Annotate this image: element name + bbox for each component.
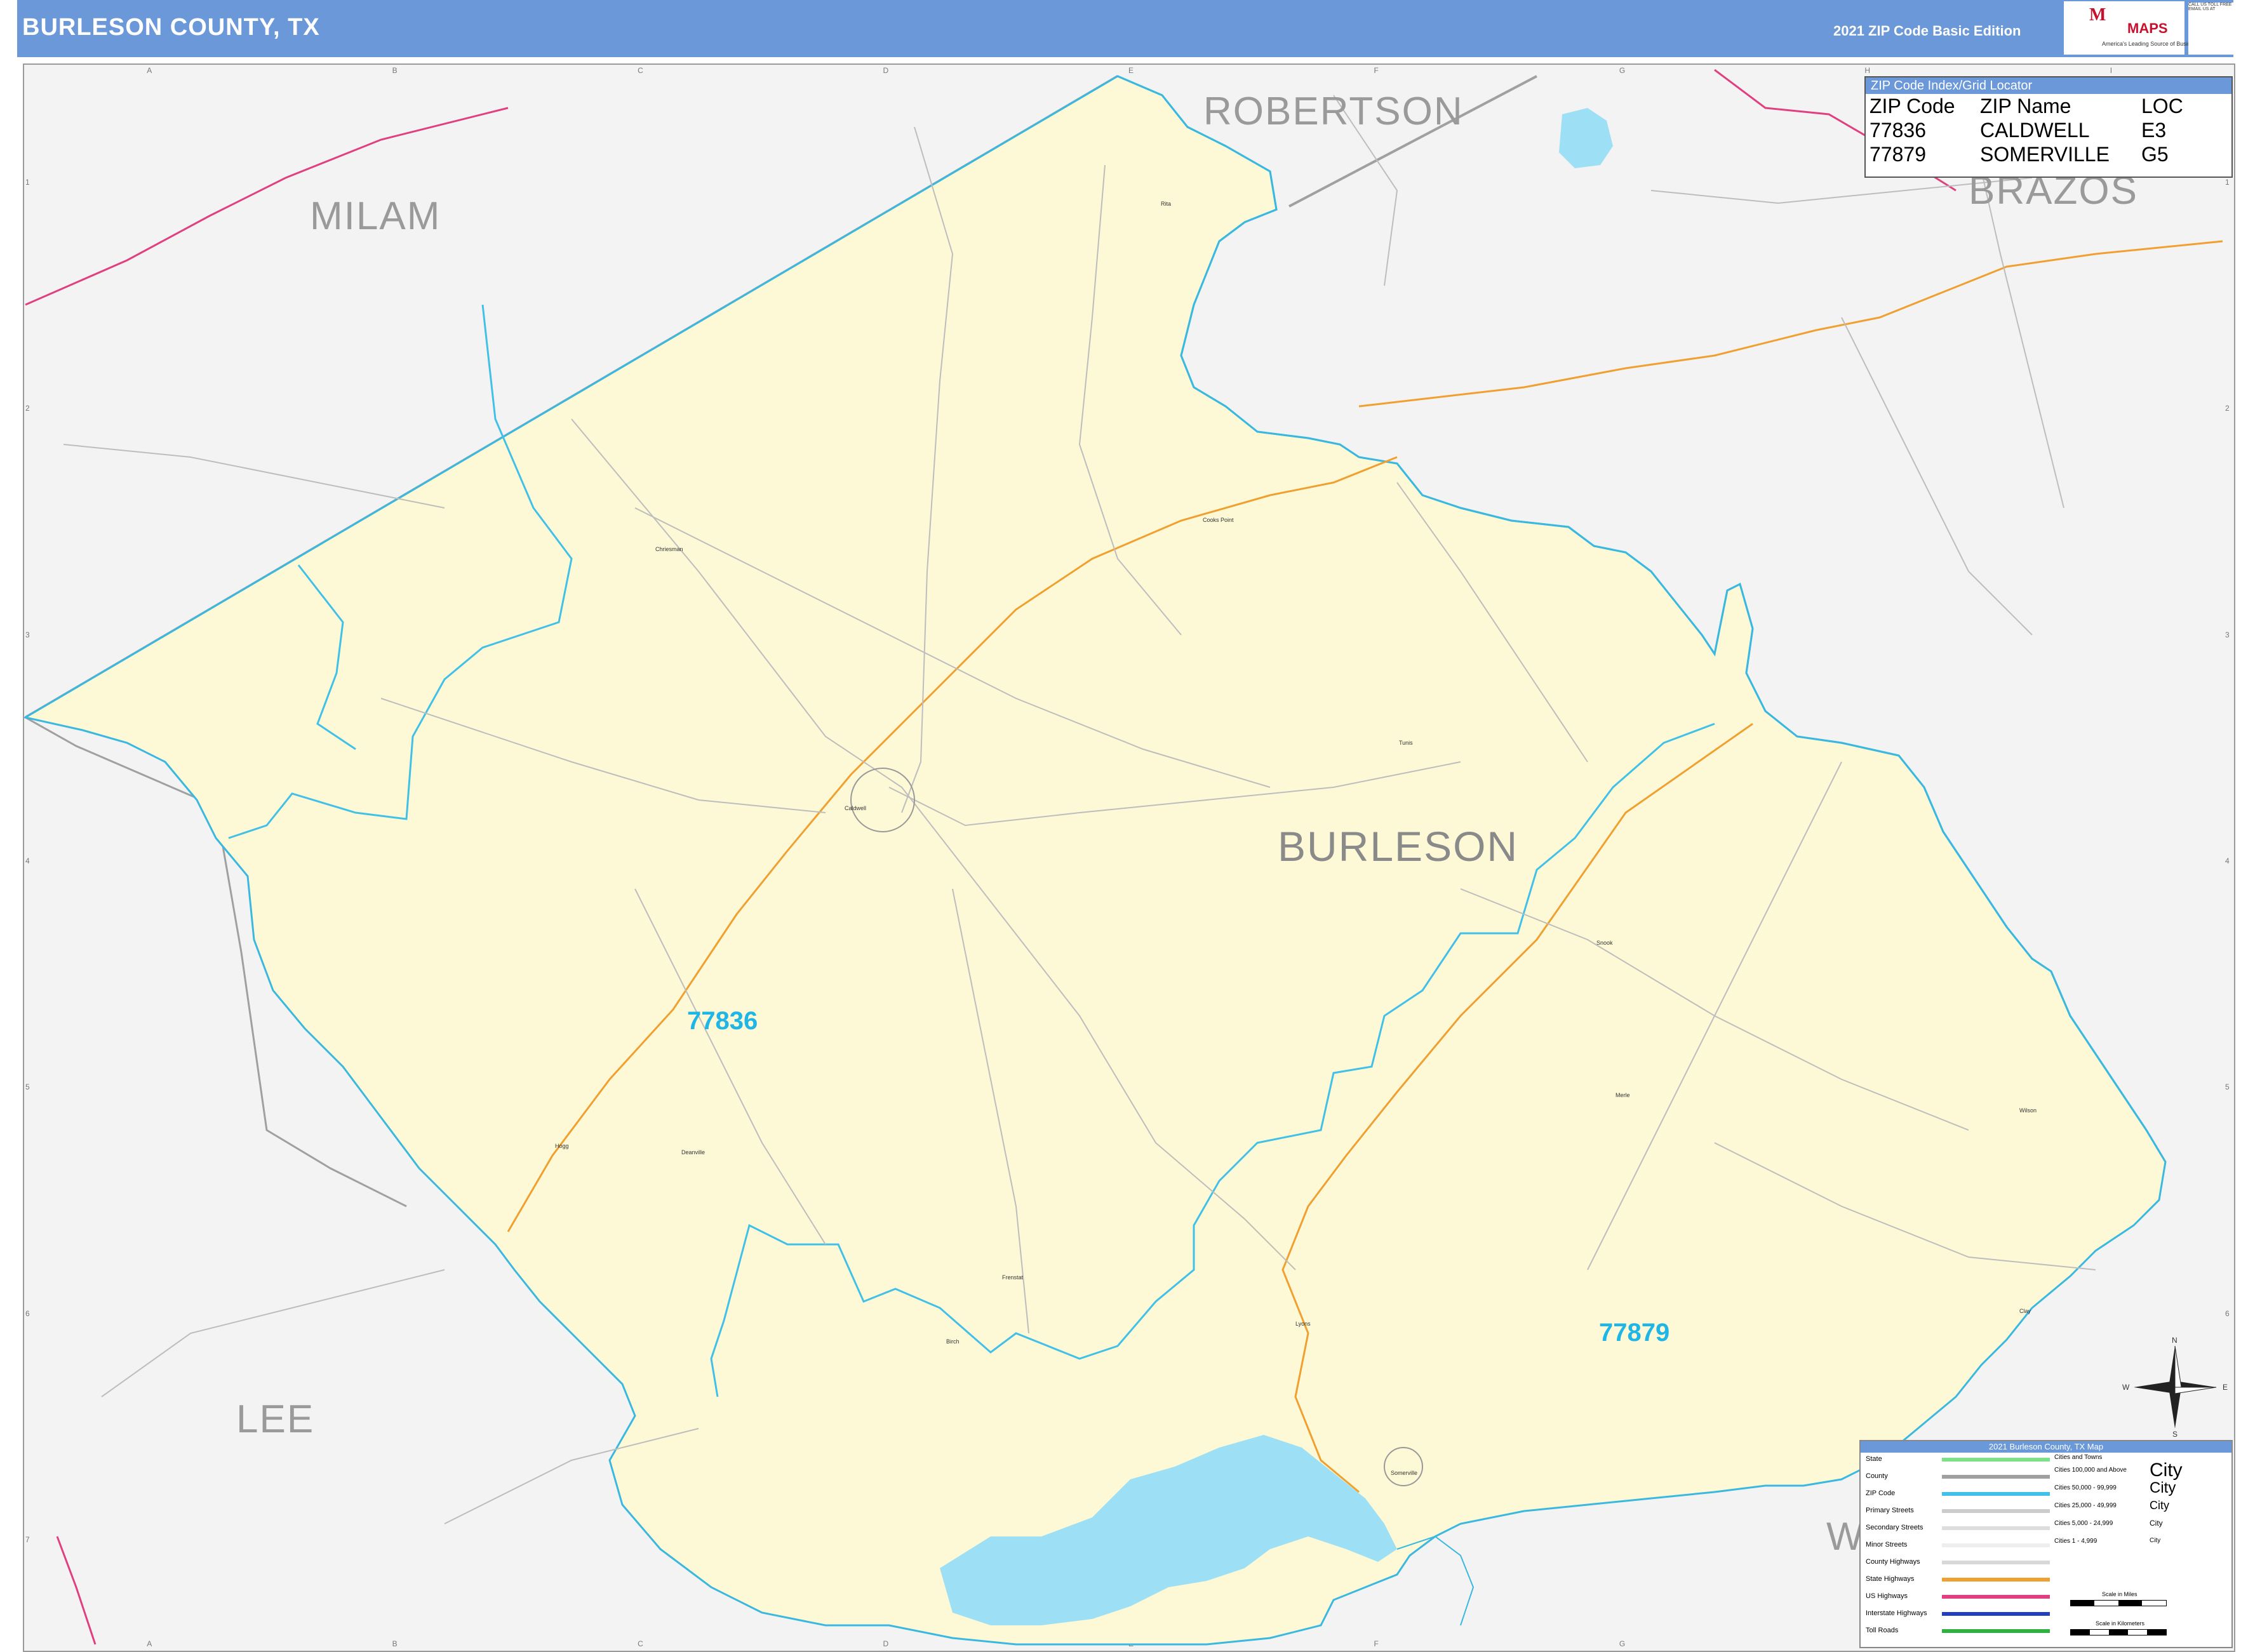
zip-index-cell: E3 xyxy=(2141,119,2167,142)
legend-city-label: Cities 50,000 - 99,999 xyxy=(2054,1484,2117,1491)
legend-item-label: Toll Roads xyxy=(1866,1627,1899,1634)
reservoir-north xyxy=(1559,108,1613,168)
us-highway-sw xyxy=(56,1536,97,1645)
zip-index-cell: CALDWELL xyxy=(1980,119,2090,142)
place-wilson: Wilson xyxy=(2019,1107,2037,1114)
legend-item: ZIP Code xyxy=(1866,1489,2050,1502)
legend-item-swatch xyxy=(1942,1612,2050,1616)
scale-km-label: Scale in Kilometers xyxy=(2096,1620,2145,1627)
legend-item: Primary Streets xyxy=(1866,1507,2050,1519)
legend-city-sample: City xyxy=(2150,1460,2183,1481)
county-label-lee: LEE xyxy=(236,1397,315,1441)
county-label-burleson: BURLESON xyxy=(1278,823,1519,870)
map-legend: 2021 Burleson County, TX Map State County… xyxy=(1859,1440,2233,1648)
county-label-milam: MILAM xyxy=(310,194,441,238)
zip-index-col-zip: ZIP Code xyxy=(1870,95,1955,117)
legend-item-label: US Highways xyxy=(1866,1592,1908,1600)
legend-item-label: County Highways xyxy=(1866,1558,1920,1566)
compass-w: W xyxy=(2122,1383,2130,1392)
zip-index-title: ZIP Code Index/Grid Locator xyxy=(1866,77,2231,94)
legend-city-sample: City xyxy=(2150,1537,2161,1544)
scale-bar-miles xyxy=(2070,1600,2167,1606)
legend-item-swatch xyxy=(1942,1629,2050,1633)
legend-cities-title: Cities and Towns xyxy=(2054,1454,2103,1461)
legend-item-label: Interstate Highways xyxy=(1866,1609,1927,1617)
legend-item-label: State xyxy=(1866,1455,1882,1463)
zip-label-77879[interactable]: 77879 xyxy=(1599,1319,1669,1347)
legend-title: 2021 Burleson County, TX Map xyxy=(1861,1441,2231,1453)
place-hogg: Hogg xyxy=(555,1143,569,1149)
legend-city-label: Cities 5,000 - 24,999 xyxy=(2054,1520,2113,1527)
state-highway-brazos xyxy=(1358,240,2223,408)
legend-item: County xyxy=(1866,1472,2050,1485)
legend-city-sample: City xyxy=(2150,1519,2163,1528)
place-tunis: Tunis xyxy=(1399,740,1413,746)
place-snook: Snook xyxy=(1596,940,1613,946)
burleson-county-shape xyxy=(24,75,2167,1646)
legend-item-swatch xyxy=(1942,1561,2050,1564)
place-chriesman: Chriesman xyxy=(655,546,683,552)
legend-item: US Highways xyxy=(1866,1592,2050,1605)
legend-item: State xyxy=(1866,1455,2050,1468)
legend-city-sample: City xyxy=(2150,1479,2176,1496)
zip-index-cell: 77879 xyxy=(1870,143,1926,166)
scale-miles-label: Scale in Miles xyxy=(2102,1591,2137,1597)
place-birch: Birch xyxy=(946,1338,960,1345)
legend-item-swatch xyxy=(1942,1458,2050,1462)
zip-index-box: ZIP Code Index/Grid Locator ZIP Code ZIP… xyxy=(1864,76,2233,178)
compass-icon xyxy=(2134,1345,2217,1429)
zip-index-col-loc: LOC xyxy=(2141,95,2183,117)
place-caldwell: Caldwell xyxy=(845,805,867,811)
place-clay: Clay xyxy=(2019,1308,2031,1314)
zip-index-cell: 77836 xyxy=(1870,119,1926,142)
map-canvas[interactable] xyxy=(0,0,2241,1651)
place-cooks-point: Cooks Point xyxy=(1203,517,1234,523)
legend-item: County Highways xyxy=(1866,1558,2050,1571)
place-rita: Rita xyxy=(1161,201,1172,207)
legend-item: Interstate Highways xyxy=(1866,1609,2050,1622)
place-deanville: Deanville xyxy=(681,1149,706,1156)
place-merle: Merle xyxy=(1616,1092,1630,1098)
legend-item: Toll Roads xyxy=(1866,1627,2050,1639)
county-label-robertson: ROBERTSON xyxy=(1203,90,1464,133)
compass-rose: N S E W xyxy=(2122,1336,2228,1439)
legend-item-label: State Highways xyxy=(1866,1575,1915,1583)
legend-item-label: Primary Streets xyxy=(1866,1507,1914,1514)
place-frenstat: Frenstat xyxy=(1002,1274,1024,1281)
legend-item-label: County xyxy=(1866,1472,1888,1480)
legend-city-label: Cities 100,000 and Above xyxy=(2054,1467,2127,1474)
compass-n: N xyxy=(2172,1336,2177,1345)
legend-item-label: Minor Streets xyxy=(1866,1541,1908,1549)
compass-e: E xyxy=(2223,1383,2228,1392)
legend-item-swatch xyxy=(1942,1492,2050,1496)
legend-item-swatch xyxy=(1942,1543,2050,1547)
legend-city-label: Cities 1 - 4,999 xyxy=(2054,1538,2097,1545)
legend-city-label: Cities 25,000 - 49,999 xyxy=(2054,1502,2117,1509)
legend-item: Secondary Streets xyxy=(1866,1524,2050,1536)
zip-index-table: ZIP Code ZIP Name LOC 77836 CALDWELL E3 … xyxy=(1867,94,2183,166)
legend-item-swatch xyxy=(1942,1509,2050,1513)
legend-city-sample: City xyxy=(2150,1499,2169,1512)
legend-item-swatch xyxy=(1942,1595,2050,1599)
zip-label-77836[interactable]: 77836 xyxy=(687,1007,758,1036)
table-row[interactable]: 77836 CALDWELL E3 xyxy=(1867,118,2183,142)
compass-s: S xyxy=(2172,1430,2178,1439)
place-lyons: Lyons xyxy=(1295,1321,1311,1327)
legend-item: State Highways xyxy=(1866,1575,2050,1588)
legend-item-swatch xyxy=(1942,1526,2050,1530)
legend-item: Minor Streets xyxy=(1866,1541,2050,1554)
zip-index-cell: SOMERVILLE xyxy=(1980,143,2110,166)
legend-item-label: Secondary Streets xyxy=(1866,1524,1923,1531)
table-row[interactable]: 77879 SOMERVILLE G5 xyxy=(1867,142,2183,166)
zip-index-cell: G5 xyxy=(2141,143,2169,166)
legend-item-swatch xyxy=(1942,1475,2050,1479)
zip-index-col-name: ZIP Name xyxy=(1980,95,2071,117)
zip-index-header-row: ZIP Code ZIP Name LOC xyxy=(1867,94,2183,118)
place-somerville: Somerville xyxy=(1391,1470,1418,1476)
scale-bar-km xyxy=(2070,1629,2167,1635)
legend-item-label: ZIP Code xyxy=(1866,1489,1896,1497)
legend-item-swatch xyxy=(1942,1578,2050,1582)
